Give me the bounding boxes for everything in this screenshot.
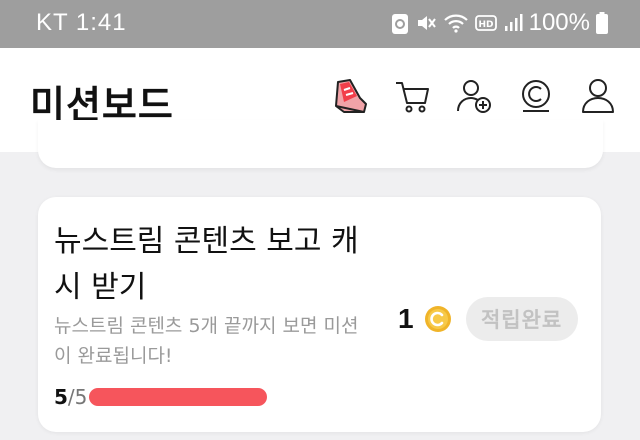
status-bar: KT 1:41 HD 100% <box>0 0 640 48</box>
add-friend-icon[interactable] <box>454 76 494 116</box>
mission-title: 뉴스트림 콘텐츠 보고 캐시 받기 <box>54 224 359 305</box>
carrier-time: KT 1:41 <box>36 9 127 36</box>
reward-amount: 1 <box>398 303 414 334</box>
wifi-icon <box>443 14 468 33</box>
signal-icon <box>504 14 523 31</box>
cart-icon[interactable] <box>392 76 432 116</box>
battery-percent: 100% <box>528 9 590 36</box>
profile-icon[interactable] <box>578 76 618 116</box>
previous-mission-card <box>38 120 603 168</box>
header-icons <box>330 76 618 116</box>
status-button[interactable]: 적립완료 <box>465 297 578 341</box>
mission-reward: 1 적립완료 <box>398 297 578 341</box>
progress-bar <box>89 388 268 406</box>
svg-text:HD: HD <box>478 20 493 30</box>
status-icons: HD 100% <box>391 9 608 37</box>
mission-progress: 5 /5 <box>54 385 268 409</box>
mute-icon <box>417 16 436 30</box>
battery-icon <box>596 12 608 34</box>
mission-card[interactable]: 뉴스트림 콘텐츠 보고 캐시 받기 뉴스트림 콘텐츠 5개 끝까지 보면 미션이… <box>38 197 601 432</box>
coin-history-icon[interactable] <box>516 76 556 116</box>
progress-done: 5 <box>54 385 68 409</box>
progress-total: /5 <box>67 385 88 409</box>
coin-icon <box>424 306 451 332</box>
recycle-icon <box>391 14 408 34</box>
mission-description: 뉴스트림 콘텐츠 5개 끝까지 보면 미션이 완료됩니다! <box>54 315 359 367</box>
sneaker-icon[interactable] <box>330 76 370 116</box>
hd-icon: HD <box>474 15 497 31</box>
